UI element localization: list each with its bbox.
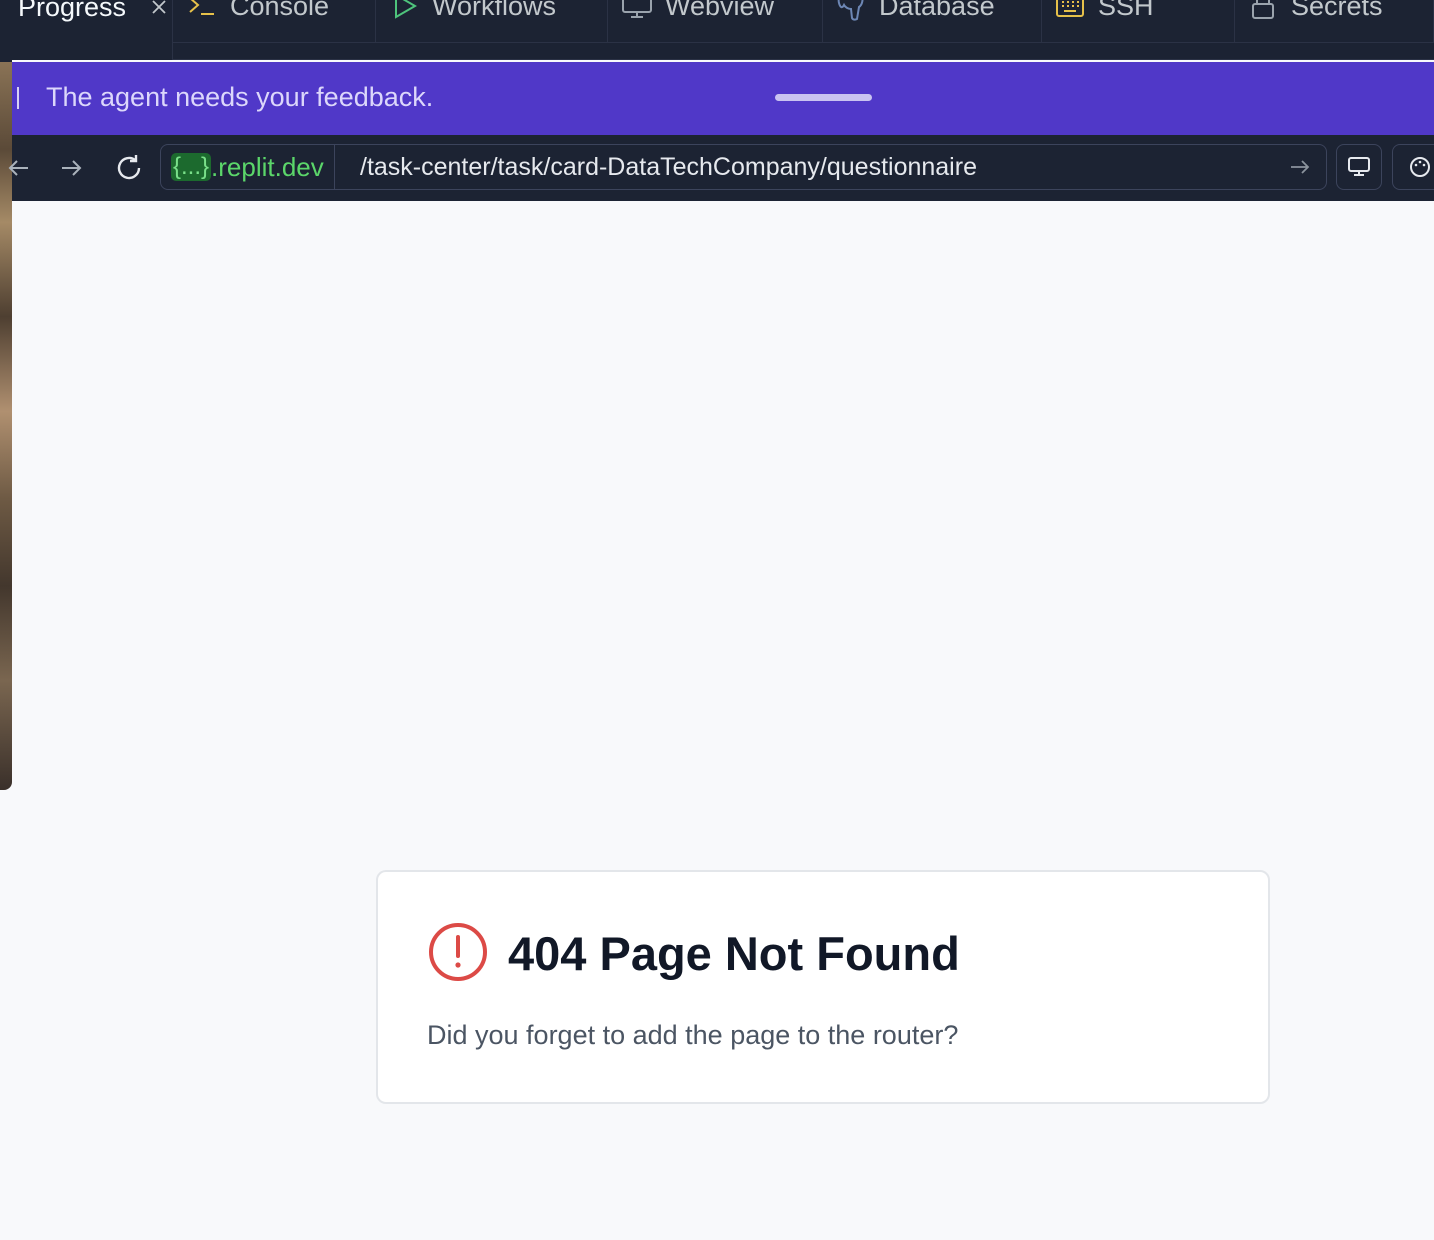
tab-console[interactable]: Console — [173, 0, 376, 43]
banner-accent-bar — [17, 87, 19, 109]
error-message: Did you forget to add the page to the ro… — [427, 1020, 959, 1050]
devtools-button[interactable] — [1336, 144, 1382, 190]
tab-webview[interactable]: Webview — [608, 0, 823, 43]
tab-label: Database — [879, 0, 995, 21]
feedback-banner[interactable]: The agent needs your feedback. — [12, 62, 1434, 135]
not-found-card: 404 Page Not Found Did you forget to add… — [376, 870, 1270, 1104]
tab-database[interactable]: Database — [823, 0, 1042, 43]
browser-nav-bar: {...} .replit.dev /task-center/task/card-… — [8, 135, 1434, 201]
banner-text: The agent needs your feedback. — [46, 82, 434, 112]
theme-button[interactable] — [1392, 144, 1434, 190]
postgres-icon — [835, 0, 867, 21]
close-icon[interactable] — [150, 0, 168, 16]
palette-icon — [1409, 157, 1430, 177]
tab-label: SSH — [1098, 0, 1154, 21]
error-title: 404 Page Not Found — [508, 927, 960, 980]
tab-ssh[interactable]: SSH — [1042, 0, 1235, 43]
tab-label: Secrets — [1291, 0, 1383, 21]
tab-progress[interactable]: Progress — [0, 0, 173, 60]
tab-label: Workflows — [432, 0, 557, 21]
tab-secrets[interactable]: Secrets — [1235, 0, 1434, 43]
url-host-suffix: .replit.dev — [211, 151, 324, 182]
reload-button[interactable] — [113, 152, 145, 184]
url-bar[interactable]: {...} .replit.dev /task-center/task/card-… — [160, 144, 1327, 190]
tab-label: Webview — [665, 0, 775, 21]
back-button[interactable] — [2, 152, 34, 184]
tab-bar: Progress Console Workflows Webview Datab… — [0, 0, 1434, 60]
tab-workflows[interactable]: Workflows — [376, 0, 608, 43]
monitor-icon — [622, 0, 652, 19]
forward-button[interactable] — [56, 152, 88, 184]
play-icon — [392, 0, 418, 19]
tab-label: Progress — [18, 0, 127, 22]
drag-handle[interactable] — [775, 94, 872, 101]
tab-label: Console — [230, 0, 330, 21]
url-host-prefix: {...} — [171, 153, 212, 181]
monitor-icon — [1348, 157, 1370, 176]
console-icon — [188, 0, 216, 18]
alert-circle-icon — [429, 923, 487, 981]
left-edge-dark — [0, 0, 12, 62]
url-host: {...} .replit.dev — [161, 145, 335, 189]
url-path: /task-center/task/card-DataTechCompany/q… — [360, 152, 977, 181]
lock-icon — [1251, 0, 1275, 20]
keyboard-icon — [1056, 0, 1084, 18]
go-arrow-icon[interactable] — [1288, 155, 1312, 179]
